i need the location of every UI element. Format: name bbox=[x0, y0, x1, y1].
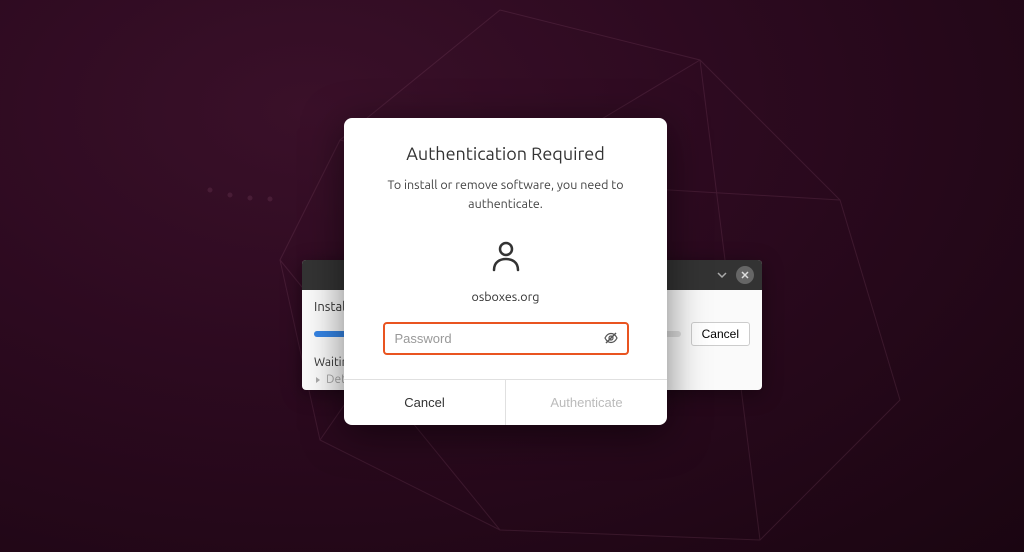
auth-title: Authentication Required bbox=[368, 144, 643, 164]
authenticate-button[interactable]: Authenticate bbox=[506, 380, 667, 425]
auth-username: osboxes.org bbox=[368, 290, 643, 304]
user-icon bbox=[486, 236, 526, 276]
cancel-button[interactable]: Cancel bbox=[344, 380, 506, 425]
password-input[interactable] bbox=[383, 322, 629, 355]
auth-message: To install or remove software, you need … bbox=[368, 176, 643, 214]
chevron-down-icon[interactable] bbox=[714, 267, 730, 283]
eye-off-icon[interactable] bbox=[603, 330, 619, 346]
close-icon[interactable] bbox=[736, 266, 754, 284]
installer-cancel-button[interactable]: Cancel bbox=[691, 322, 750, 346]
authentication-dialog: Authentication Required To install or re… bbox=[344, 118, 667, 425]
